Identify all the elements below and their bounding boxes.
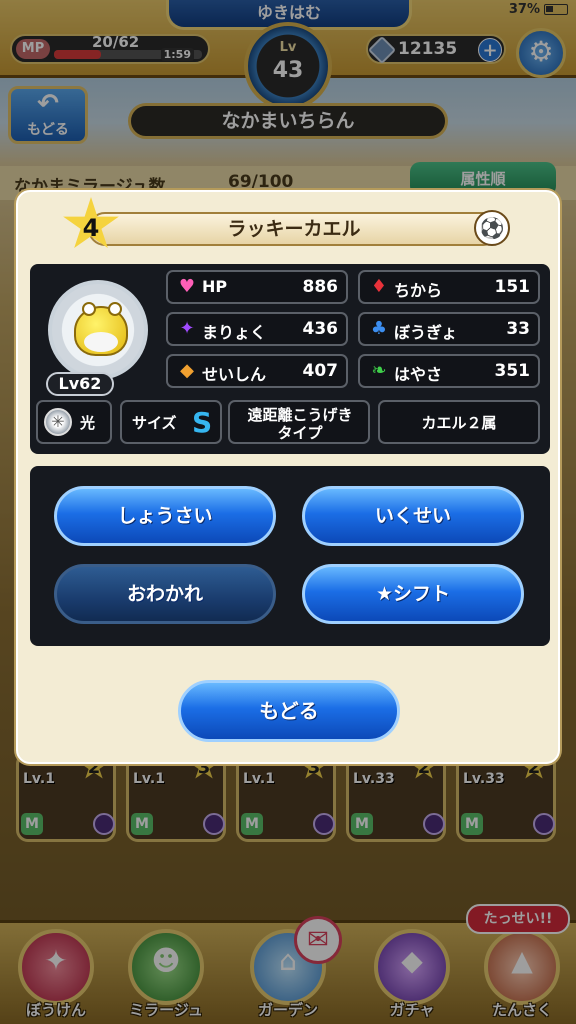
wing-icon: ❧ bbox=[371, 360, 387, 381]
heart-icon: ♥ bbox=[178, 276, 196, 297]
light-element-icon: ✳ bbox=[44, 408, 72, 436]
attack-type-line2: タイプ bbox=[277, 424, 323, 442]
farewell-button[interactable]: おわかれ bbox=[54, 564, 276, 624]
shell-icon: ♣ bbox=[370, 318, 388, 339]
yokai-name: ラッキーカエル bbox=[88, 212, 500, 246]
yokai-level: Lv62 bbox=[46, 372, 114, 396]
stat-defense: ♣ ぼうぎょ 33 bbox=[358, 312, 540, 346]
stat-speed: ❧ はやさ 351 bbox=[358, 354, 540, 388]
modal-back-button[interactable]: もどる bbox=[178, 680, 400, 742]
yokai-avatar bbox=[48, 280, 148, 380]
stat-magic: ✦ まりょく 436 bbox=[166, 312, 348, 346]
yokai-detail-modal: ラッキーカエル 4 ⚽ Lv62 ♥ HP 886 ♦ ちから 151 ✦ まり… bbox=[16, 190, 560, 764]
spirit-icon: ◆ bbox=[180, 360, 194, 381]
tribe-label: カエル２属 bbox=[421, 414, 497, 432]
size-box: サイズ S bbox=[120, 400, 222, 444]
stat-hp: ♥ HP 886 bbox=[166, 270, 348, 304]
shift-button[interactable]: ★シフト bbox=[302, 564, 524, 624]
stat-strength: ♦ ちから 151 bbox=[358, 270, 540, 304]
size-value: S bbox=[192, 406, 213, 439]
attack-type-box: 遠距離こうげき タイプ bbox=[228, 400, 370, 444]
stats-panel: Lv62 ♥ HP 886 ♦ ちから 151 ✦ まりょく 436 ♣ ぼうぎ… bbox=[30, 264, 550, 454]
frog-portrait bbox=[74, 302, 128, 356]
element-box: ✳ 光 bbox=[36, 400, 112, 444]
actions-panel: しょうさい いくせい おわかれ ★シフト bbox=[30, 466, 550, 646]
magic-star-icon: ✦ bbox=[179, 318, 195, 339]
stat-spirit: ◆ せいしん 407 bbox=[166, 354, 348, 388]
element-label: 光 bbox=[80, 414, 96, 432]
soccer-ball-icon: ⚽ bbox=[474, 210, 510, 246]
size-label: サイズ bbox=[132, 414, 177, 432]
detail-button[interactable]: しょうさい bbox=[54, 486, 276, 546]
train-button[interactable]: いくせい bbox=[302, 486, 524, 546]
flame-icon: ♦ bbox=[370, 276, 388, 297]
tribe-box: カエル２属 bbox=[378, 400, 540, 444]
